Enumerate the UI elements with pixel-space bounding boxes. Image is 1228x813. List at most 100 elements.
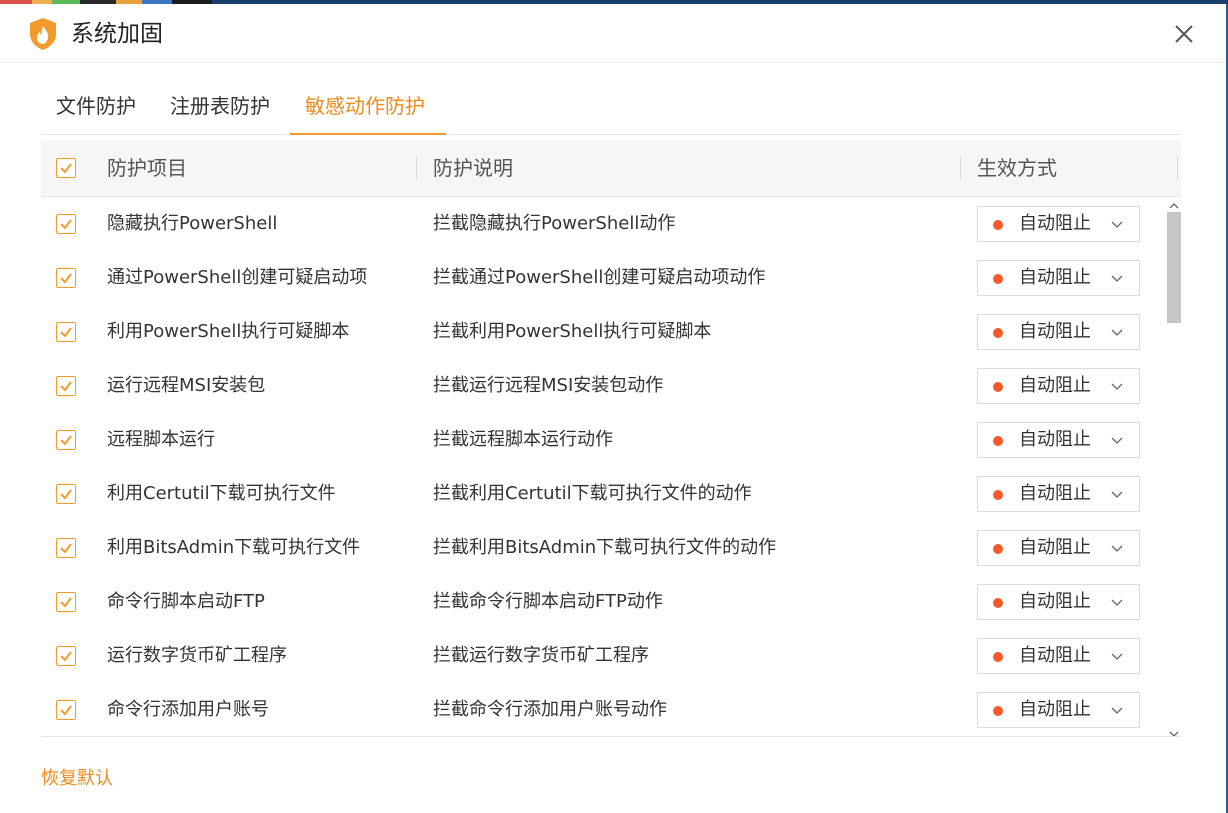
tab-registry-protection[interactable]: 注册表防护 (170, 70, 270, 134)
red-dot-icon (993, 706, 1003, 716)
red-dot-icon (993, 328, 1003, 338)
column-divider (1177, 156, 1178, 180)
red-dot-icon (993, 544, 1003, 554)
mode-value: 自动阻止 (1019, 483, 1091, 504)
chevron-down-icon (1111, 221, 1123, 228)
row-checkbox[interactable] (56, 376, 76, 396)
scrollbar-thumb[interactable] (1167, 212, 1181, 323)
chevron-down-icon (1111, 383, 1123, 390)
row-item: 运行数字货币矿工程序 (107, 645, 287, 666)
row-description: 拦截运行数字货币矿工程序 (433, 645, 649, 666)
mode-dropdown[interactable]: 自动阻止 (977, 422, 1140, 458)
row-item: 远程脚本运行 (107, 429, 215, 450)
mode-dropdown[interactable]: 自动阻止 (977, 530, 1140, 566)
checkmark-icon (60, 381, 72, 392)
row-checkbox[interactable] (56, 538, 76, 558)
shield-flame-icon (28, 17, 58, 51)
table-row: 命令行脚本启动FTP 拦截命令行脚本启动FTP动作 自动阻止 (41, 575, 1161, 629)
row-description: 拦截通过PowerShell创建可疑启动项动作 (433, 267, 766, 288)
table-row: 利用PowerShell执行可疑脚本 拦截利用PowerShell执行可疑脚本 … (41, 305, 1161, 359)
table-row: 通过PowerShell创建可疑启动项 拦截通过PowerShell创建可疑启动… (41, 251, 1161, 305)
red-dot-icon (993, 652, 1003, 662)
column-header-mode: 生效方式 (977, 156, 1057, 180)
checkmark-icon (60, 489, 72, 500)
tab-sensitive-action-protection[interactable]: 敏感动作防护 (305, 70, 425, 134)
column-header-description: 防护说明 (433, 156, 513, 180)
close-icon (1175, 25, 1193, 43)
column-divider (416, 156, 417, 180)
window-title: 系统加固 (71, 21, 163, 47)
table-scrollbar[interactable] (1166, 198, 1182, 740)
row-item: 运行远程MSI安装包 (107, 375, 266, 396)
row-item: 命令行脚本启动FTP (107, 591, 265, 612)
mode-value: 自动阻止 (1019, 591, 1091, 612)
mode-dropdown[interactable]: 自动阻止 (977, 638, 1140, 674)
chevron-down-icon (1111, 437, 1123, 444)
red-dot-icon (993, 598, 1003, 608)
mode-value: 自动阻止 (1019, 429, 1091, 450)
column-divider (960, 156, 961, 180)
table-row: 运行远程MSI安装包 拦截运行远程MSI安装包动作 自动阻止 (41, 359, 1161, 413)
row-checkbox[interactable] (56, 646, 76, 666)
red-dot-icon (993, 490, 1003, 500)
mode-dropdown[interactable]: 自动阻止 (977, 692, 1140, 728)
mode-value: 自动阻止 (1019, 375, 1091, 396)
mode-value: 自动阻止 (1019, 321, 1091, 342)
row-checkbox[interactable] (56, 214, 76, 234)
row-checkbox[interactable] (56, 700, 76, 720)
row-checkbox[interactable] (56, 268, 76, 288)
chevron-down-icon (1111, 599, 1123, 606)
chevron-down-icon (1111, 275, 1123, 282)
mode-dropdown[interactable]: 自动阻止 (977, 368, 1140, 404)
row-description: 拦截运行远程MSI安装包动作 (433, 375, 664, 396)
mode-value: 自动阻止 (1019, 645, 1091, 666)
active-tab-indicator (290, 133, 446, 135)
row-description: 拦截利用BitsAdmin下载可执行文件的动作 (433, 537, 777, 558)
mode-dropdown[interactable]: 自动阻止 (977, 314, 1140, 350)
mode-dropdown[interactable]: 自动阻止 (977, 260, 1140, 296)
system-hardening-window: 系统加固 文件防护 注册表防护 敏感动作防护 防护项目 防护说明 生效方式 隐藏… (0, 4, 1226, 813)
select-all-checkbox[interactable] (56, 158, 76, 178)
tab-file-protection[interactable]: 文件防护 (56, 70, 136, 134)
close-button[interactable] (1168, 18, 1200, 50)
row-checkbox[interactable] (56, 322, 76, 342)
chevron-down-icon (1111, 545, 1123, 552)
mode-dropdown[interactable]: 自动阻止 (977, 584, 1140, 620)
row-checkbox[interactable] (56, 430, 76, 450)
mode-dropdown[interactable]: 自动阻止 (977, 476, 1140, 512)
scroll-up-button[interactable] (1167, 198, 1181, 212)
mode-dropdown[interactable]: 自动阻止 (977, 206, 1140, 242)
scroll-down-button[interactable] (1167, 726, 1181, 740)
chevron-down-icon (1111, 491, 1123, 498)
table-row: 命令行添加用户账号 拦截命令行添加用户账号动作 自动阻止 (41, 683, 1161, 737)
table-row: 利用Certutil下载可执行文件 拦截利用Certutil下载可执行文件的动作… (41, 467, 1161, 521)
checkmark-icon (60, 651, 72, 662)
table-row: 利用BitsAdmin下载可执行文件 拦截利用BitsAdmin下载可执行文件的… (41, 521, 1161, 575)
checkmark-icon (60, 163, 72, 174)
row-item: 利用Certutil下载可执行文件 (107, 483, 336, 504)
row-checkbox[interactable] (56, 484, 76, 504)
row-item: 命令行添加用户账号 (107, 699, 269, 720)
mode-value: 自动阻止 (1019, 699, 1091, 720)
row-description: 拦截利用Certutil下载可执行文件的动作 (433, 483, 752, 504)
red-dot-icon (993, 220, 1003, 230)
restore-defaults-link[interactable]: 恢复默认 (41, 764, 113, 790)
checkmark-icon (60, 435, 72, 446)
row-description: 拦截隐藏执行PowerShell动作 (433, 213, 676, 234)
chevron-up-icon (1169, 203, 1179, 209)
row-item: 隐藏执行PowerShell (107, 213, 278, 234)
row-item: 利用BitsAdmin下载可执行文件 (107, 537, 361, 558)
checkmark-icon (60, 327, 72, 338)
checkmark-icon (60, 219, 72, 230)
checkmark-icon (60, 705, 72, 716)
column-header-item: 防护项目 (107, 156, 187, 180)
chevron-down-icon (1111, 329, 1123, 336)
row-description: 拦截远程脚本运行动作 (433, 429, 613, 450)
row-checkbox[interactable] (56, 592, 76, 612)
row-description: 拦截命令行脚本启动FTP动作 (433, 591, 663, 612)
title-bar: 系统加固 (0, 4, 1226, 63)
row-item: 通过PowerShell创建可疑启动项 (107, 267, 368, 288)
row-description: 拦截利用PowerShell执行可疑脚本 (433, 321, 712, 342)
mode-value: 自动阻止 (1019, 213, 1091, 234)
chevron-down-icon (1111, 653, 1123, 660)
